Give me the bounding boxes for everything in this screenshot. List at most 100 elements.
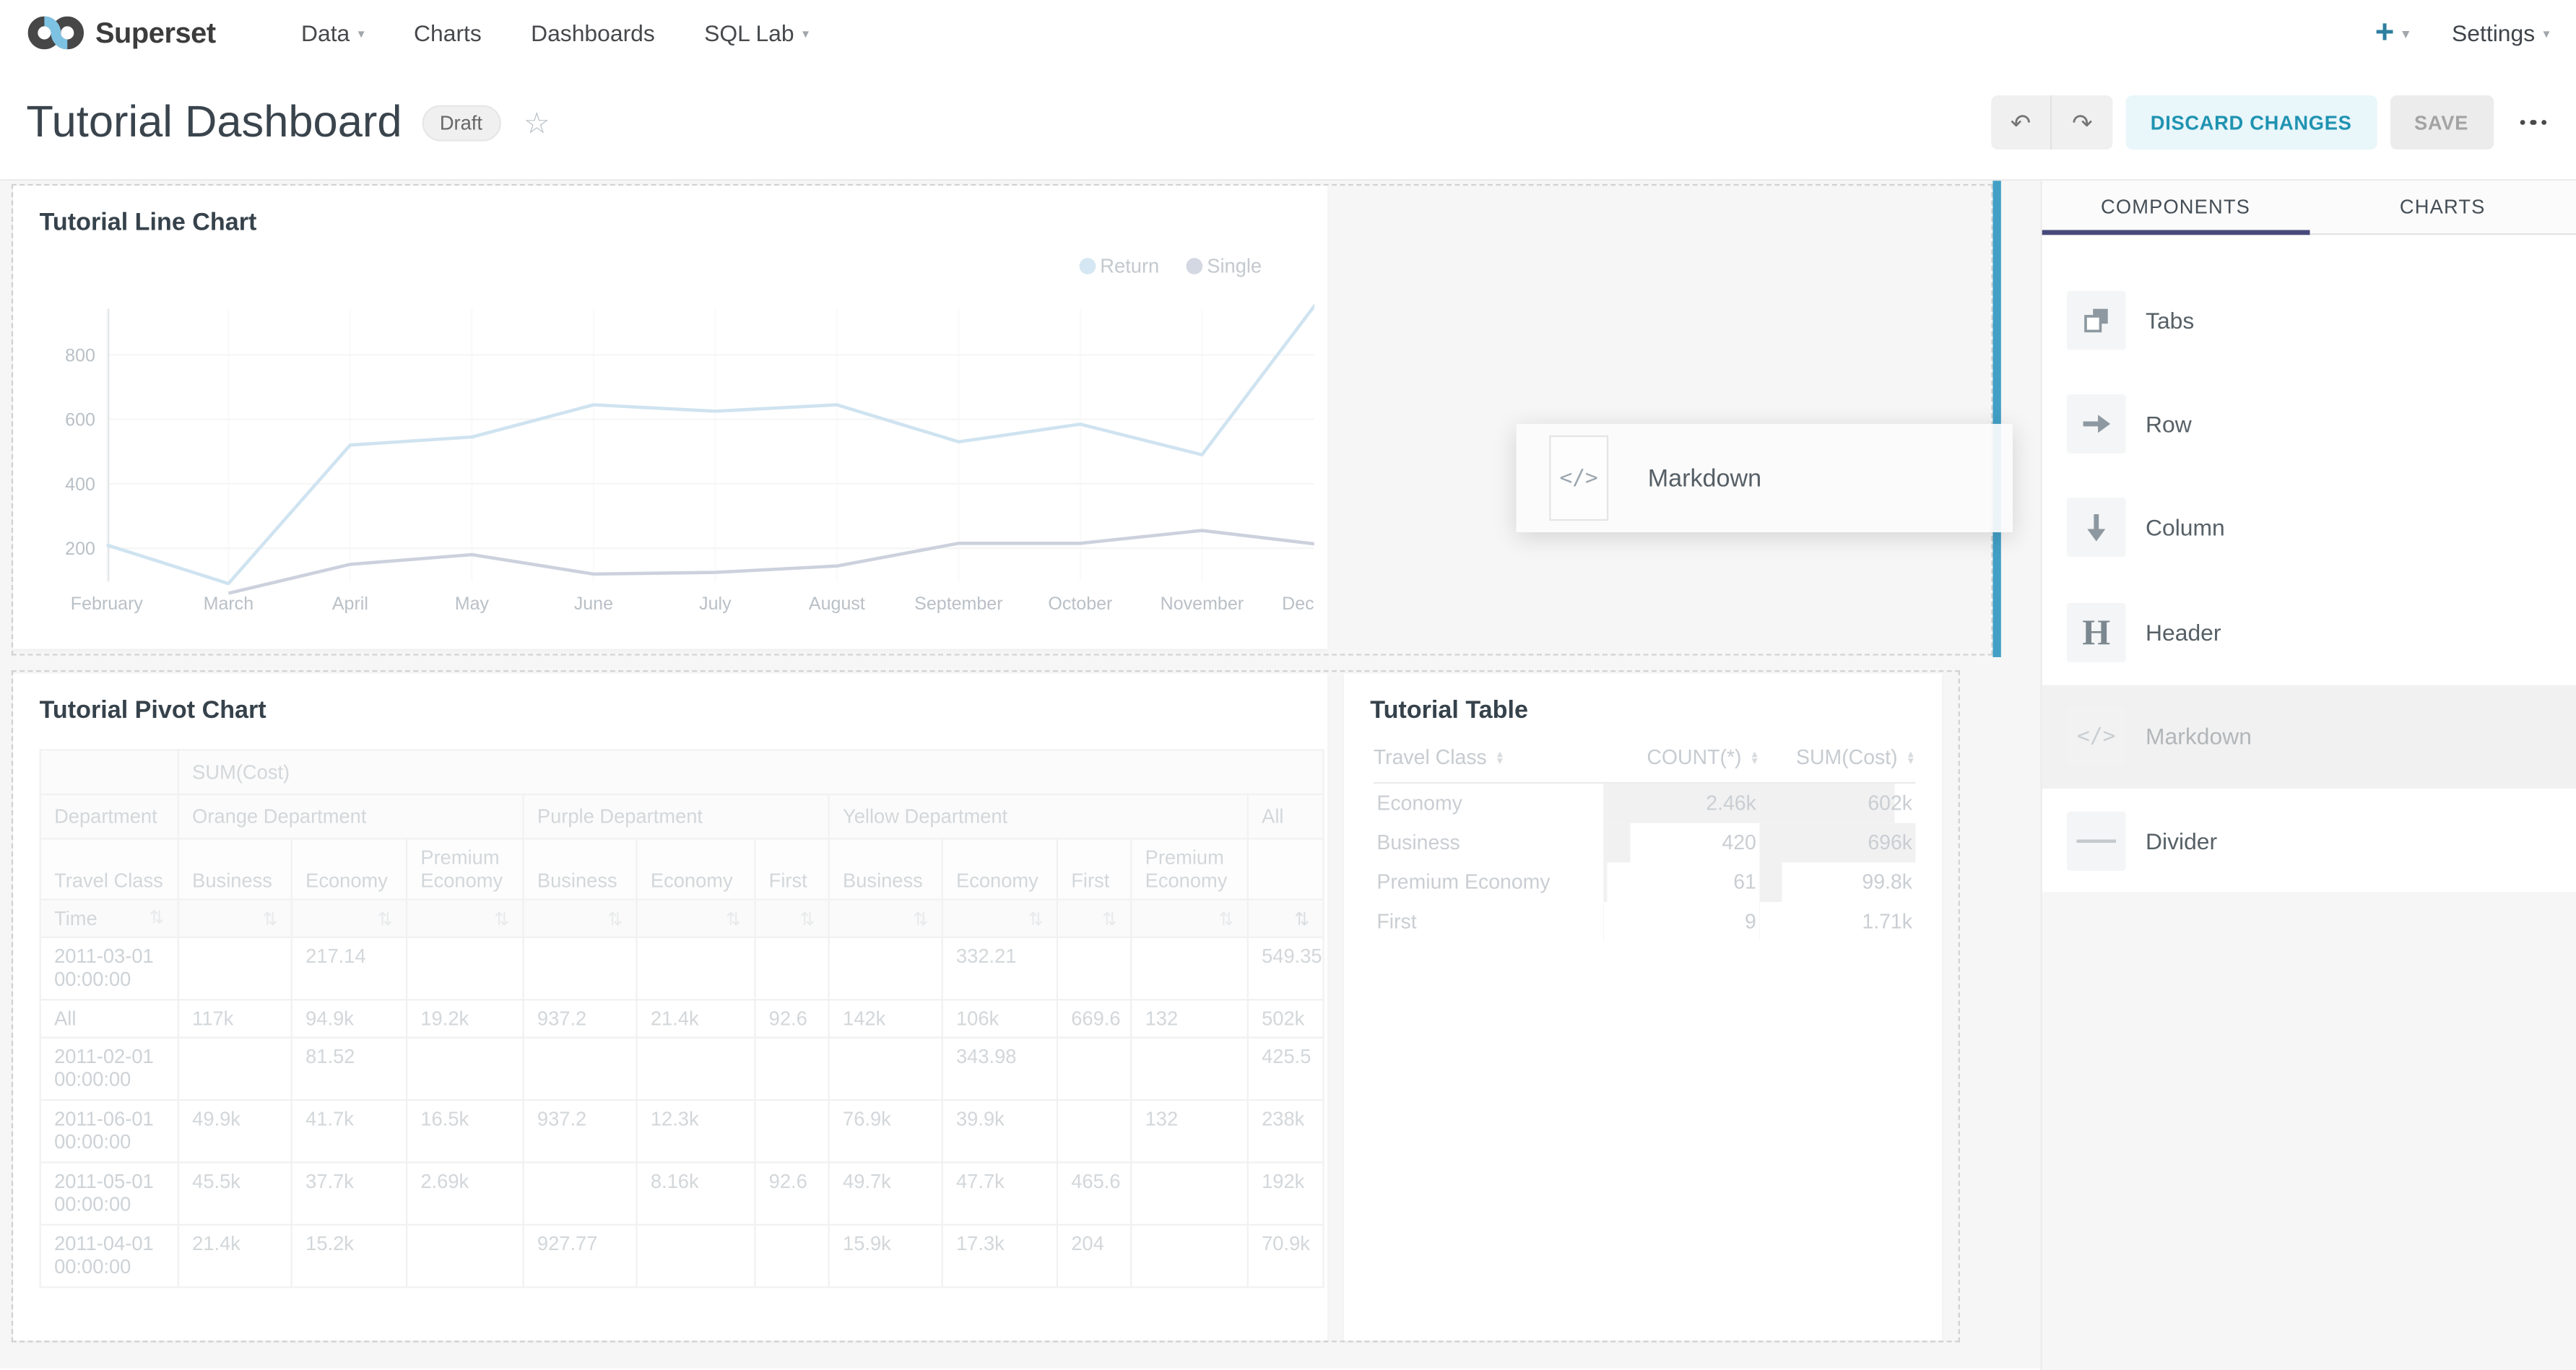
legend-item-return[interactable]: Return — [1079, 255, 1160, 278]
sort-icon: ▲▼ — [1906, 752, 1916, 765]
pivot-cell — [407, 1038, 524, 1100]
pivot-cell — [755, 1038, 828, 1100]
pivot-cell: 106k — [942, 1000, 1057, 1037]
pivot-cell: 49.7k — [829, 1162, 942, 1224]
sidebar-item-divider[interactable]: Divider — [2042, 789, 2576, 893]
legend-item-single[interactable]: Single — [1186, 255, 1262, 278]
pivot-cell: 41.7k — [292, 1100, 407, 1162]
top-navbar: Superset Data▾ Charts Dashboards SQL Lab… — [0, 0, 2576, 66]
pivot-travelclass-header: Travel Class — [40, 838, 178, 899]
y-axis-tick: 200 — [65, 539, 95, 559]
table-cell: Economy — [1374, 783, 1603, 823]
sidebar-item-row[interactable]: Row — [2042, 372, 2576, 476]
redo-button[interactable]: ↷ — [2052, 95, 2112, 149]
tab-components[interactable]: COMPONENTS — [2042, 181, 2310, 233]
chevron-down-icon: ▾ — [2403, 25, 2409, 40]
column-header[interactable]: Travel Class▲▼ — [1374, 740, 1603, 783]
drop-indicator-line — [1992, 181, 2000, 657]
nav-item-sqllab[interactable]: SQL Lab▾ — [704, 19, 809, 45]
pivot-cell — [637, 1038, 755, 1100]
status-badge: Draft — [422, 104, 500, 140]
pivot-cell: 502k — [1248, 1000, 1324, 1037]
nav-item-dashboards[interactable]: Dashboards — [531, 19, 655, 45]
x-axis-tick: August — [809, 594, 865, 614]
sort-icon[interactable]: ⇅ — [1102, 908, 1117, 929]
pivot-cell: 49.9k — [178, 1100, 292, 1162]
pivot-cell — [524, 1162, 637, 1224]
pivot-cell: 76.9k — [829, 1100, 942, 1162]
sort-icon[interactable]: ⇅ — [1028, 908, 1044, 929]
sort-icon[interactable]: ⇅ — [726, 908, 741, 929]
superset-logo[interactable]: Superset — [26, 14, 215, 51]
tab-charts[interactable]: CHARTS — [2309, 181, 2576, 233]
pivot-cell — [524, 937, 637, 1000]
row-icon — [2067, 394, 2126, 454]
pivot-table-grid: SUM(Cost)DepartmentOrange DepartmentPurp… — [40, 749, 1324, 1288]
pivot-cell: 927.77 — [524, 1225, 637, 1287]
pivot-col-header: Premium Economy — [407, 838, 524, 899]
undo-button[interactable]: ↶ — [1991, 95, 2052, 149]
more-options-button[interactable] — [2516, 110, 2550, 135]
sidebar-item-markdown[interactable]: </>Markdown — [2042, 685, 2576, 789]
pivot-cell: 549.35 — [1248, 937, 1324, 1000]
sort-icon[interactable]: ⇅ — [607, 908, 623, 929]
pivot-table: SUM(Cost)DepartmentOrange DepartmentPurp… — [40, 749, 1323, 1288]
favorite-star-icon[interactable]: ☆ — [524, 108, 550, 137]
page-title[interactable]: Tutorial Dashboard — [26, 97, 402, 148]
markdown-icon: </> — [2067, 707, 2126, 766]
pivot-cell: 132 — [1131, 1000, 1248, 1037]
pivot-cell: 15.9k — [829, 1225, 942, 1287]
pivot-department-header: Department — [40, 794, 178, 838]
column-icon — [2067, 498, 2126, 558]
new-item-button[interactable]: +▾ — [2375, 14, 2409, 51]
pivot-col-header: Economy — [942, 838, 1057, 899]
sidebar-item-column[interactable]: Column — [2042, 476, 2576, 580]
x-axis-tick: September — [914, 594, 1002, 614]
sort-icon[interactable]: ⇅ — [1294, 908, 1309, 929]
column-header[interactable]: SUM(Cost)▲▼ — [1759, 740, 1915, 783]
table-cell: 696k — [1759, 823, 1915, 863]
pivot-metric-header: SUM(Cost) — [178, 750, 1324, 794]
sidebar-item-tabs[interactable]: Tabs — [2042, 268, 2576, 372]
save-button[interactable]: SAVE — [2390, 95, 2493, 149]
settings-menu[interactable]: Settings▾ — [2452, 19, 2550, 45]
pivot-cell: 669.6 — [1057, 1000, 1131, 1037]
app-window: Superset Data▾ Charts Dashboards SQL Lab… — [0, 0, 2576, 1369]
table-cell: Business — [1374, 823, 1603, 863]
pivot-row-label: 2011-05-01 00:00:00 — [40, 1162, 178, 1224]
sort-icon[interactable]: ⇅ — [378, 908, 393, 929]
column-header[interactable]: COUNT(*)▲▼ — [1603, 740, 1759, 783]
table-chart-card[interactable]: Tutorial Table Travel Class▲▼COUNT(*)▲▼S… — [1344, 674, 1942, 1341]
sort-icon[interactable]: ⇅ — [149, 907, 165, 929]
pivot-sort-cell: ⇅ — [178, 900, 292, 937]
x-axis-tick: July — [699, 594, 732, 614]
sort-icon[interactable]: ⇅ — [262, 908, 277, 929]
pivot-row-label: All — [40, 1000, 178, 1037]
nav-item-charts[interactable]: Charts — [414, 19, 482, 45]
pivot-col-header: Economy — [292, 838, 407, 899]
sort-icon[interactable]: ⇅ — [494, 908, 509, 929]
sidebar-item-header[interactable]: HHeader — [2042, 580, 2576, 684]
pivot-chart-card[interactable]: Tutorial Pivot Chart SUM(Cost)Department… — [13, 674, 1327, 1341]
sort-icon[interactable]: ⇅ — [913, 908, 928, 929]
pivot-sort-cell: ⇅ — [637, 900, 755, 937]
y-axis-tick: 600 — [65, 410, 95, 430]
sort-icon[interactable]: ⇅ — [799, 908, 815, 929]
pivot-group-header: Orange Department — [178, 794, 524, 838]
superset-infinity-icon — [26, 14, 85, 51]
chart-legend: Return Single — [1079, 255, 1262, 278]
pivot-cell — [407, 937, 524, 1000]
markdown-drag-preview[interactable]: </> Markdown — [1517, 424, 2013, 532]
pivot-cell — [524, 1038, 637, 1100]
line-chart-card[interactable]: Tutorial Line Chart Return Single 200400… — [13, 186, 1327, 649]
sidebar-item-label: Header — [2146, 619, 2221, 645]
pivot-cell: 142k — [829, 1000, 942, 1037]
table-grid: Travel Class▲▼COUNT(*)▲▼SUM(Cost)▲▼ Econo… — [1374, 740, 1916, 942]
pivot-cell: 204 — [1057, 1225, 1131, 1287]
sort-icon[interactable]: ⇅ — [1218, 908, 1233, 929]
pivot-cell: 21.4k — [178, 1225, 292, 1287]
nav-item-data[interactable]: Data▾ — [301, 19, 365, 45]
pivot-col-header — [1248, 838, 1324, 899]
discard-changes-button[interactable]: DISCARD CHANGES — [2126, 95, 2377, 149]
pivot-sort-cell: ⇅ — [829, 900, 942, 937]
